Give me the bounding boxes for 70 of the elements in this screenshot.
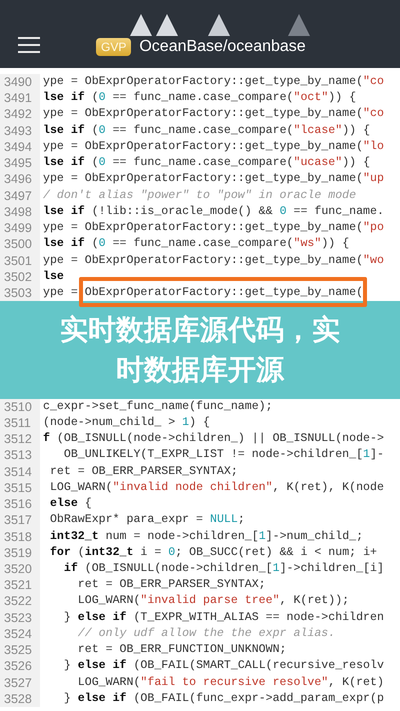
line-number: 3498 [0,204,40,220]
code-line: ype = ObExprOperatorFactory::get_type_by_name("lo [42,138,384,155]
line-number: 3490 [0,74,40,90]
code-line: ype = ObExprOperatorFactory::get_type_by_name("co [42,74,384,90]
code-line: lse if (0 == func_name.case_compare("oct")) { [42,90,356,106]
menu-icon[interactable] [18,36,40,54]
code-line: ype = ObExprOperatorFactory::get_type_by_name("po [42,220,384,236]
code-line: ype = ObExprOperatorFactory::get_type_by_name("co [42,106,384,122]
line-number: 3503 [0,285,40,302]
code-line: for (int32_t i = 0; OB_SUCC(ret) && i < num; i+ [48,544,377,561]
line-number: 3491 [0,90,40,106]
line-number: 3500 [0,236,40,253]
line-number: 3518 [0,528,40,545]
code-line: // only udf allow the the expr alias. [76,626,336,642]
code-line: LOG_WARN("invalid parse tree", K(ret)); [76,593,350,610]
code-line: ret = OB_ERR_FUNCTION_UNKNOWN; [76,642,287,658]
line-number: 3499 [0,220,40,236]
banner-title: 实时数据库源代码，实时数据库开源 [59,312,341,388]
line-number: 3523 [0,610,40,626]
line-number: 3525 [0,642,40,658]
code-line: LOG_WARN("fail to recursive resolve", K(ret) [76,674,384,691]
code-line: OB_UNLIKELY(T_EXPR_LIST != node->children_[1]- [62,447,384,464]
code-line: lse if (0 == func_name.case_compare("ws")) { [42,236,350,252]
repo-title: OceanBase/oceanbase [139,38,306,56]
line-number: 3521 [0,577,40,594]
line-number: 3496 [0,171,40,188]
code-line: (node->num_child_ > 1) { [42,414,210,431]
line-number: 3510 [0,398,40,415]
line-number: 3514 [0,464,40,480]
code-line: ype = ObExprOperatorFactory::get_type_by_name( [42,285,364,302]
line-number: 3524 [0,626,40,642]
line-number: 3528 [0,690,40,708]
code-line: f (OB_ISNULL(node->children_) || OB_ISNULL(node-> [42,431,384,448]
line-number: 3502 [0,268,40,286]
line-number: 3495 [0,155,40,172]
line-number: 3516 [0,496,40,512]
line-number: 3522 [0,593,40,610]
code-line: } else if (T_EXPR_WITH_ALIAS == node->children [62,610,384,626]
code-line: else { [48,496,92,512]
code-line: / don't alias "power" to "pow" in oracle mode [42,188,356,204]
line-number: 3493 [0,122,40,139]
code-line: ret = OB_ERR_PARSER_SYNTAX; [48,464,238,480]
line-number: 3515 [0,480,40,496]
line-number: 3492 [0,106,40,123]
line-number: 3520 [0,561,40,578]
code-line: c_expr->set_func_name(func_name); [42,398,273,415]
line-number: 3501 [0,252,40,269]
code-line: lse if (!lib::is_oracle_mode() && 0 == func_name. [42,204,384,220]
code-line: LOG_WARN("invalid node children", K(ret), K(node [48,480,384,496]
line-number: 3527 [0,674,40,691]
gvp-badge: GVP [96,38,132,56]
code-line: ype = ObExprOperatorFactory::get_type_by_name("up [42,171,384,188]
line-number: 3526 [0,658,40,675]
code-line: } else if (OB_FAIL(func_expr->add_param_expr(p [62,690,384,707]
code-line: if (OB_ISNULL(node->children_[1]->children_[i] [62,561,384,578]
code-line: lse if (0 == func_name.case_compare("lcase")) { [42,122,370,139]
line-number: 3497 [0,188,40,204]
line-number: 3519 [0,544,40,562]
code-line: lse if (0 == func_name.case_compare("ucase")) { [42,155,370,172]
code-line: ret = OB_ERR_PARSER_SYNTAX; [76,577,266,594]
code-line: lse [42,268,64,285]
code-line: ype = ObExprOperatorFactory::get_type_by_name("wo [42,252,384,269]
code-line: int32_t num = node->children_[1]->num_child_; [48,528,364,545]
line-number: 3494 [0,138,40,156]
line-number: 3512 [0,431,40,448]
line-number: 3513 [0,447,40,464]
line-number: 3517 [0,512,40,529]
code-line: ObRawExpr* para_expr = NULL; [48,512,245,528]
line-number: 3511 [0,414,40,432]
code-line: } else if (OB_FAIL(SMART_CALL(recursive_resolv [62,658,384,674]
